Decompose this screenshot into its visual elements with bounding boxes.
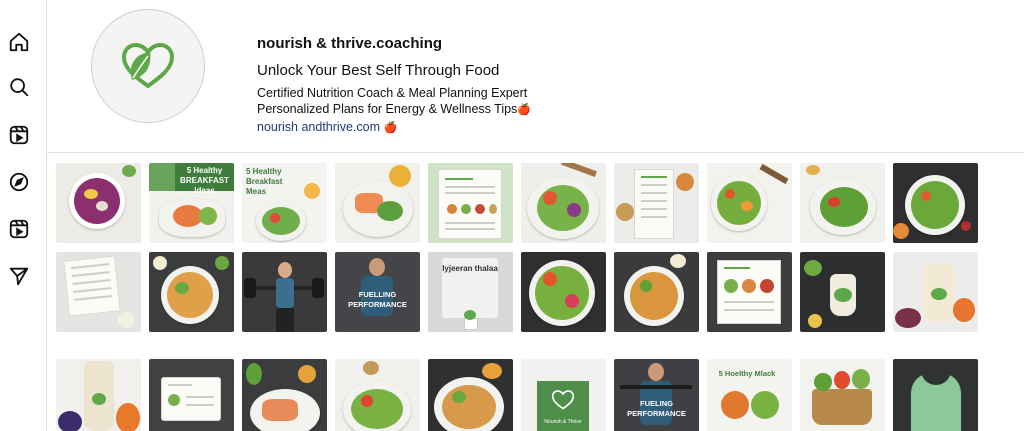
poster-caption: Iyjeeran thalaa	[442, 264, 498, 273]
apple-emoji-icon: 🍎	[517, 104, 532, 116]
post-veggie-basket[interactable]	[800, 359, 885, 431]
profile-bio-line-2: Personalized Plans for Energy & Wellness…	[257, 102, 531, 116]
profile-link-text: nourish andthrive.com	[257, 120, 380, 134]
post-breakfast-ideas[interactable]: 5 Healthy BREAKFAST Ideas	[149, 163, 234, 243]
brand-card-caption: Nourish & Thrive	[544, 419, 582, 425]
post-tablet-plan[interactable]	[149, 359, 234, 431]
post-green-tank-top[interactable]	[893, 359, 978, 431]
post-fueling-performance-2[interactable]: FUELING PERFORMANCE	[614, 359, 699, 431]
snack-caption: 5 Hoelthy Mlack	[718, 369, 776, 378]
profile-bio-line-1: Certified Nutrition Coach & Meal Plannin…	[257, 86, 528, 100]
apple-emoji-icon: 🍎	[383, 122, 398, 134]
post-brand-card[interactable]: Nourish & Thrive	[521, 359, 606, 431]
post-dark-rainbow-bowl[interactable]	[521, 252, 606, 332]
sidebar-nav	[0, 0, 47, 431]
post-rainbow-salad[interactable]	[521, 163, 606, 243]
post-healthy-snack[interactable]: 5 Hoelthy Mlack	[707, 359, 792, 431]
fueling-caption: FUELING PERFORMANCE	[627, 399, 686, 418]
post-fuelling-performance[interactable]: FUELLING PERFORMANCE	[335, 252, 420, 332]
post-woman-workout[interactable]	[242, 252, 327, 332]
video-icon[interactable]	[8, 218, 30, 240]
post-healthy-breakfast-meals[interactable]: 5 Healthy Breakfast Meas	[242, 163, 327, 243]
home-icon[interactable]	[8, 31, 30, 53]
post-weekly-plan[interactable]	[614, 163, 699, 243]
profile-website-link[interactable]: nourish andthrive.com 🍎	[257, 120, 397, 134]
fuelling-caption: FUELLING PERFORMANCE	[348, 290, 407, 309]
compass-icon[interactable]	[8, 171, 30, 193]
post-dark-quinoa-bowl[interactable]	[428, 359, 513, 431]
post-smoothie-bowl[interactable]	[56, 163, 141, 243]
post-noodle-bowl[interactable]	[149, 252, 234, 332]
post-veggie-salad[interactable]	[707, 163, 792, 243]
post-cucumber-salad[interactable]	[335, 359, 420, 431]
reels-icon[interactable]	[8, 124, 30, 146]
bio-line-2-text: Personalized Plans for Energy & Wellness…	[257, 102, 518, 116]
send-icon[interactable]	[8, 265, 30, 287]
post-marble-mealplan[interactable]	[56, 252, 141, 332]
leaf-heart-logo-icon	[121, 42, 175, 89]
search-icon[interactable]	[8, 76, 30, 98]
leaf-heart-card-icon	[551, 390, 575, 410]
post-smoothie-jar[interactable]	[893, 252, 978, 332]
post-salmon-tray[interactable]	[242, 359, 327, 431]
post-pasta-salad[interactable]	[614, 252, 699, 332]
header-divider	[47, 152, 1024, 153]
breakfast-meals-caption: 5 Healthy Breakfast Meas	[246, 167, 283, 196]
post-dark-salad[interactable]	[893, 163, 978, 243]
post-green-salad[interactable]	[800, 163, 885, 243]
profile-username: nourish & thrive.coaching	[257, 35, 443, 52]
post-dark-mealplan[interactable]	[707, 252, 792, 332]
post-poster-stand[interactable]: Iyjeeran thalaa	[428, 252, 513, 332]
profile-avatar[interactable]	[91, 9, 205, 123]
profile-tagline: Unlock Your Best Self Through Food	[257, 62, 500, 79]
breakfast-ideas-caption: 5 Healthy BREAKFAST Ideas	[180, 166, 229, 195]
post-green-smoothie[interactable]	[800, 252, 885, 332]
post-salmon-plate[interactable]	[335, 163, 420, 243]
post-protein-shake[interactable]	[56, 359, 141, 431]
post-meal-plan-doc[interactable]	[428, 163, 513, 243]
